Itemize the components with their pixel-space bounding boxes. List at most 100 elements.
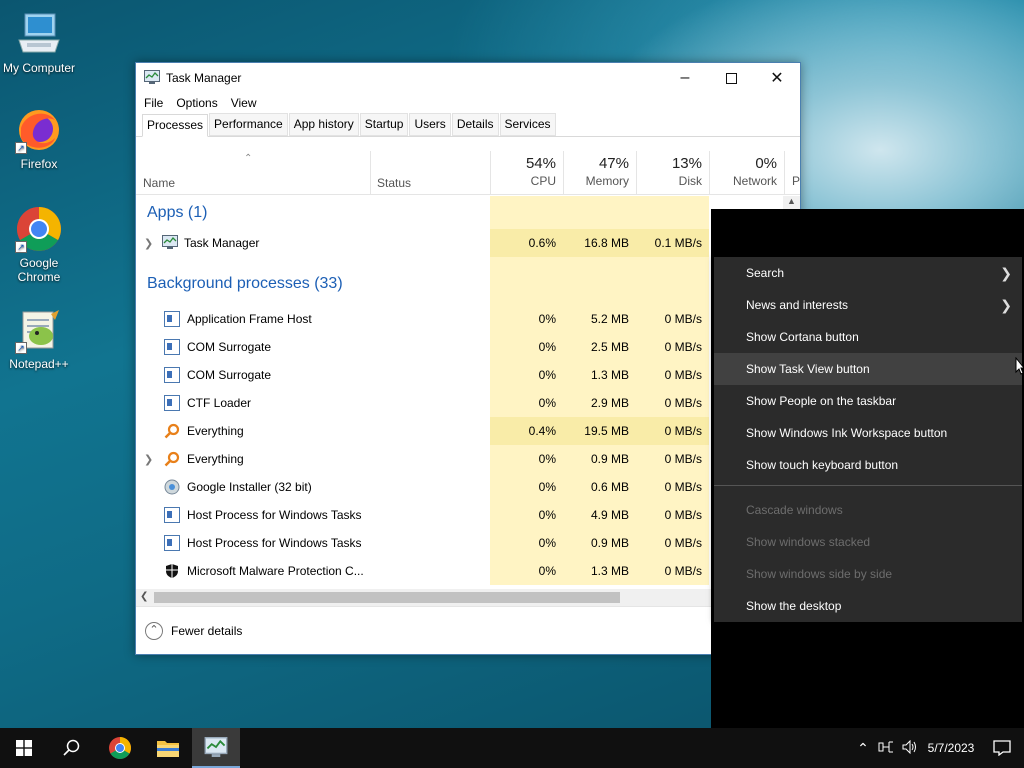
chevron-right-icon: ❯: [1000, 296, 1012, 313]
notification-center-icon[interactable]: [980, 740, 1024, 756]
search-button[interactable]: [48, 728, 96, 768]
table-row[interactable]: Host Process for Windows Tasks 0% 0.9 MB 0 …: [136, 529, 790, 557]
process-name: Task Manager: [184, 236, 260, 250]
desktop-icon-firefox[interactable]: ↗ Firefox: [0, 106, 78, 171]
process-cpu: 0%: [490, 361, 563, 389]
process-window-icon: [164, 395, 180, 411]
process-memory: 19.5 MB: [563, 417, 636, 445]
scroll-up-arrow-icon[interactable]: ▲: [787, 196, 796, 206]
process-name: COM Surrogate: [187, 340, 272, 354]
context-menu-item-show-people-on-the-taskbar[interactable]: Show People on the taskbar: [714, 385, 1022, 417]
process-memory: 0.6 MB: [563, 473, 636, 501]
task-manager-icon: [144, 69, 160, 87]
disk-total: 13%: [671, 155, 702, 172]
table-row[interactable]: Microsoft Malware Protection C... 0% 1.3 M…: [136, 557, 790, 585]
volume-icon[interactable]: [898, 739, 922, 757]
scroll-left-arrow-icon[interactable]: ❮: [140, 591, 148, 602]
process-memory: 2.5 MB: [563, 333, 636, 361]
context-menu-item-show-windows-ink-workspace-button[interactable]: Show Windows Ink Workspace button: [714, 417, 1022, 449]
tab-startup[interactable]: Startup: [359, 113, 409, 136]
process-name: Host Process for Windows Tasks: [187, 508, 362, 522]
minimize-button[interactable]: –: [662, 63, 708, 93]
table-row[interactable]: Google Installer (32 bit) 0% 0.6 MB 0 MB/s: [136, 473, 790, 501]
menu-view[interactable]: View: [231, 96, 257, 110]
column-header-power-partial[interactable]: 0 P: [784, 151, 800, 195]
title-bar[interactable]: Task Manager – ✕: [136, 63, 800, 93]
context-menu-item-show-cortana-button[interactable]: Show Cortana button: [714, 321, 1022, 353]
context-menu-item-show-task-view-button[interactable]: Show Task View button: [714, 353, 1022, 385]
task-manager-icon: [204, 737, 228, 757]
taskbar-chrome-button[interactable]: [96, 728, 144, 768]
footer-bar: ⌃ Fewer details: [136, 606, 800, 654]
start-button[interactable]: [0, 728, 48, 768]
process-disk: 0 MB/s: [636, 473, 709, 501]
table-row[interactable]: CTF Loader 0% 2.9 MB 0 MB/s: [136, 389, 790, 417]
process-cpu: 0%: [490, 473, 563, 501]
column-header-memory[interactable]: 47% Memory: [563, 151, 636, 195]
column-header-cpu[interactable]: 54% CPU: [490, 151, 563, 195]
taskbar-task-manager-button[interactable]: [192, 728, 240, 768]
process-disk: 0 MB/s: [636, 501, 709, 529]
table-row[interactable]: Host Process for Windows Tasks 0% 4.9 MB 0 …: [136, 501, 790, 529]
context-menu-item-search[interactable]: Search ❯: [714, 257, 1022, 289]
tab-processes[interactable]: Processes: [142, 114, 209, 137]
menu-options[interactable]: Options: [176, 96, 217, 110]
close-button[interactable]: ✕: [754, 63, 800, 93]
column-header-network[interactable]: 0% Network: [709, 151, 784, 195]
tab-details[interactable]: Details: [451, 113, 499, 136]
tab-app-history[interactable]: App history: [288, 113, 359, 136]
menu-item-label: Show touch keyboard button: [746, 458, 899, 472]
column-header-disk[interactable]: 13% Disk: [636, 151, 709, 195]
chevron-up-circle-icon[interactable]: ⌃: [145, 621, 163, 640]
background-process-rows: Application Frame Host 0% 5.2 MB 0 MB/s COM …: [136, 305, 790, 585]
chevron-up-icon[interactable]: ⌃: [852, 740, 874, 757]
maximize-button[interactable]: [708, 63, 754, 93]
tab-users[interactable]: Users: [409, 113, 451, 136]
clock-date[interactable]: 5/7/2023: [922, 741, 980, 755]
desktop-icon-google-chrome[interactable]: ↗ Google Chrome: [0, 205, 78, 284]
menu-item-label: Show People on the taskbar: [746, 394, 897, 408]
column-header-status[interactable]: Status: [370, 151, 490, 195]
menu-file[interactable]: File: [144, 96, 163, 110]
horizontal-scrollbar[interactable]: ❮: [136, 589, 790, 606]
installer-icon: [164, 479, 180, 495]
window-title: Task Manager: [166, 71, 242, 85]
table-row[interactable]: ❯ Task Manager 0.6% 16.8 MB 0.1 MB/s: [136, 229, 790, 257]
table-row[interactable]: COM Surrogate 0% 2.5 MB 0 MB/s: [136, 333, 790, 361]
process-cpu: 0%: [490, 305, 563, 333]
memory-total: 47%: [598, 155, 629, 172]
chevron-right-icon[interactable]: ❯: [144, 453, 156, 466]
system-tray: ⌃ 5/7/2023: [852, 728, 1024, 768]
shortcut-arrow-icon: ↗: [15, 142, 27, 154]
context-menu-item-show-touch-keyboard-button[interactable]: Show touch keyboard button: [714, 449, 1022, 481]
desktop-icon-my-computer[interactable]: My Computer: [0, 10, 78, 75]
group-header-background[interactable]: Background processes (33): [136, 267, 790, 300]
desktop-icon-notepad-plus-plus[interactable]: ↗ Notepad++: [0, 306, 78, 371]
context-menu-item-show-the-desktop[interactable]: Show the desktop: [714, 590, 1022, 622]
fewer-details-link[interactable]: Fewer details: [171, 624, 242, 638]
firefox-icon: ↗: [15, 106, 63, 154]
context-menu-item-news-and-interests[interactable]: News and interests ❯: [714, 289, 1022, 321]
tab-performance[interactable]: Performance: [209, 113, 288, 136]
process-list: Apps (1) ❯ Task Manager 0.6% 16.8 MB 0.1…: [136, 196, 790, 589]
process-disk: 0.1 MB/s: [636, 229, 709, 257]
chevron-right-icon[interactable]: ❯: [144, 237, 156, 250]
process-memory: 4.9 MB: [563, 501, 636, 529]
horizontal-scroll-thumb[interactable]: [154, 592, 620, 603]
task-manager-icon: [162, 234, 178, 252]
process-cpu: 0%: [490, 333, 563, 361]
table-row[interactable]: COM Surrogate 0% 1.3 MB 0 MB/s: [136, 361, 790, 389]
process-cpu: 0.6%: [490, 229, 563, 257]
cpu-total: 54%: [525, 155, 556, 172]
process-cpu: 0%: [490, 501, 563, 529]
column-header-name[interactable]: Name: [136, 151, 371, 195]
group-label: Background processes (33): [147, 274, 343, 292]
taskbar-file-explorer-button[interactable]: [144, 728, 192, 768]
tab-services[interactable]: Services: [499, 113, 556, 136]
process-memory: 2.9 MB: [563, 389, 636, 417]
network-icon[interactable]: [874, 740, 898, 757]
table-row[interactable]: Application Frame Host 0% 5.2 MB 0 MB/s: [136, 305, 790, 333]
table-row[interactable]: ❯ Everything 0% 0.9 MB 0 MB/s: [136, 445, 790, 473]
table-row[interactable]: Everything 0.4% 19.5 MB 0 MB/s: [136, 417, 790, 445]
group-header-apps[interactable]: Apps (1): [136, 196, 790, 229]
